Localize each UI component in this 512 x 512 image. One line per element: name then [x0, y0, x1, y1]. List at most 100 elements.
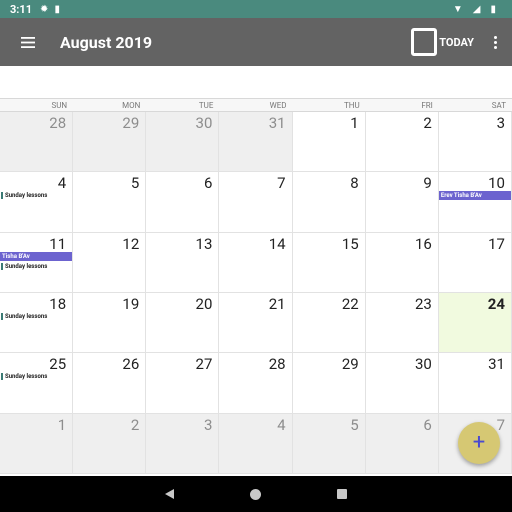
day-number: 11 — [49, 234, 67, 253]
day-cell[interactable]: 28 — [0, 112, 74, 173]
day-cell[interactable]: 10 Erev Tisha B'Av — [438, 172, 512, 233]
weekday-label: SAT — [491, 101, 506, 110]
add-event-button[interactable]: + — [458, 422, 500, 464]
day-number: 18 — [49, 294, 67, 313]
event-list: Tisha B'Av Sunday lessons — [0, 251, 73, 271]
status-time: 3:11 — [10, 2, 33, 16]
today-label: TODAY — [439, 35, 474, 49]
holiday-event[interactable]: Tisha B'Av — [0, 251, 73, 261]
day-number: 31 — [488, 355, 505, 374]
day-number: 19 — [122, 294, 140, 313]
day-cell[interactable]: 6 — [146, 172, 220, 233]
day-cell[interactable]: 4 Sunday lessons — [0, 172, 74, 233]
day-number: 4 — [57, 174, 67, 193]
day-cell[interactable]: 22 — [292, 292, 366, 354]
day-cell[interactable]: 31 — [219, 112, 293, 173]
day-number: 3 — [496, 114, 505, 132]
day-number: 24 — [487, 294, 505, 313]
day-number: 27 — [195, 355, 213, 374]
day-cell[interactable]: 30 — [365, 353, 439, 414]
event-list: Sunday lessons — [0, 191, 72, 200]
day-cell-today[interactable]: 24 — [438, 292, 512, 354]
day-number: 23 — [414, 294, 432, 313]
day-cell[interactable]: 28 — [219, 353, 293, 414]
day-number: 20 — [195, 294, 213, 313]
home-icon[interactable] — [250, 488, 261, 500]
day-number: 6 — [423, 415, 432, 434]
plus-icon: + — [472, 430, 486, 455]
day-cell[interactable]: 13 — [146, 232, 220, 293]
weekday-label: WED — [269, 101, 287, 110]
month-title: August 2019 — [60, 32, 153, 52]
day-cell[interactable]: 16 — [365, 232, 439, 293]
day-cell[interactable]: 12 — [73, 232, 147, 293]
day-cell[interactable]: 21 — [219, 292, 293, 354]
overflow-menu-button[interactable] — [478, 18, 512, 66]
day-number: 1 — [57, 415, 67, 434]
day-cell[interactable]: 3 — [146, 413, 220, 474]
app-bar: August 2019 TODAY — [0, 18, 512, 66]
day-cell[interactable]: 7 — [219, 172, 293, 233]
day-cell[interactable]: 14 — [219, 232, 293, 293]
day-number: 25 — [49, 355, 67, 374]
day-number: 14 — [268, 234, 286, 253]
day-cell[interactable]: 2 — [73, 413, 147, 474]
day-cell[interactable]: 20 — [146, 292, 220, 354]
event-item[interactable]: Sunday lessons — [0, 262, 72, 271]
back-icon[interactable] — [165, 489, 174, 499]
day-cell[interactable]: 27 — [146, 353, 220, 414]
day-number: 26 — [122, 355, 140, 374]
today-button[interactable]: TODAY — [411, 18, 474, 66]
menu-button[interactable] — [0, 18, 56, 66]
day-cell[interactable]: 8 — [292, 172, 366, 233]
day-cell[interactable]: 11 Tisha B'Av Sunday lessons — [0, 232, 74, 293]
month-grid: 28 29 30 31 1 2 3 4 Sunday lessons 5 6 7 8 9 10 Erev Ti… — [0, 112, 512, 474]
day-number: 7 — [277, 174, 286, 193]
day-number: 28 — [268, 355, 286, 374]
day-number: 16 — [414, 234, 432, 253]
event-item[interactable]: Sunday lessons — [0, 312, 72, 321]
more-vert-icon — [493, 35, 497, 49]
day-number: 1 — [350, 114, 359, 132]
weekday-label: MON — [122, 101, 141, 110]
day-number: 13 — [195, 234, 213, 253]
day-cell[interactable]: 15 — [292, 232, 366, 293]
status-bar: 3:11 ✹ ▮ ▼ ◢ ▮ — [0, 0, 512, 18]
recents-icon[interactable] — [337, 489, 347, 499]
weekday-label: SUN — [51, 101, 68, 110]
day-number: 6 — [203, 174, 213, 193]
weekday-label: THU — [344, 101, 360, 110]
day-cell[interactable]: 6 — [365, 413, 439, 474]
day-cell[interactable]: 26 — [73, 353, 147, 414]
day-number: 4 — [277, 415, 286, 434]
day-cell[interactable]: 29 — [292, 353, 366, 414]
day-cell[interactable]: 23 — [365, 292, 439, 354]
day-number: 10 — [488, 174, 505, 193]
day-cell[interactable]: 25 Sunday lessons — [0, 353, 74, 414]
day-cell[interactable]: 9 — [365, 172, 439, 233]
event-list: Erev Tisha B'Av — [438, 191, 511, 201]
day-cell[interactable]: 3 — [438, 112, 512, 173]
holiday-event[interactable]: Erev Tisha B'Av — [438, 191, 511, 201]
day-cell[interactable]: 29 — [73, 112, 147, 173]
day-number: 5 — [350, 415, 359, 434]
day-cell[interactable]: 30 — [146, 112, 220, 173]
battery-icon: ▮ — [490, 3, 496, 15]
day-cell[interactable]: 18 Sunday lessons — [0, 292, 74, 354]
day-cell[interactable]: 2 — [365, 112, 439, 173]
day-cell[interactable]: 19 — [73, 292, 147, 354]
day-cell[interactable]: 5 — [292, 413, 366, 474]
day-cell[interactable]: 17 — [438, 232, 512, 293]
signal-icon: ◢ — [472, 3, 481, 15]
event-list: Sunday lessons — [0, 312, 72, 321]
day-cell[interactable]: 5 — [73, 172, 147, 233]
wifi-icon: ▼ — [452, 3, 463, 15]
day-cell[interactable]: 1 — [0, 413, 74, 474]
day-number: 17 — [488, 234, 505, 253]
day-cell[interactable]: 31 — [438, 353, 512, 414]
event-item[interactable]: Sunday lessons — [0, 191, 72, 200]
day-cell[interactable]: 4 — [219, 413, 293, 474]
event-item[interactable]: Sunday lessons — [0, 372, 72, 381]
day-cell[interactable]: 1 — [292, 112, 366, 173]
day-number: 31 — [268, 114, 286, 132]
